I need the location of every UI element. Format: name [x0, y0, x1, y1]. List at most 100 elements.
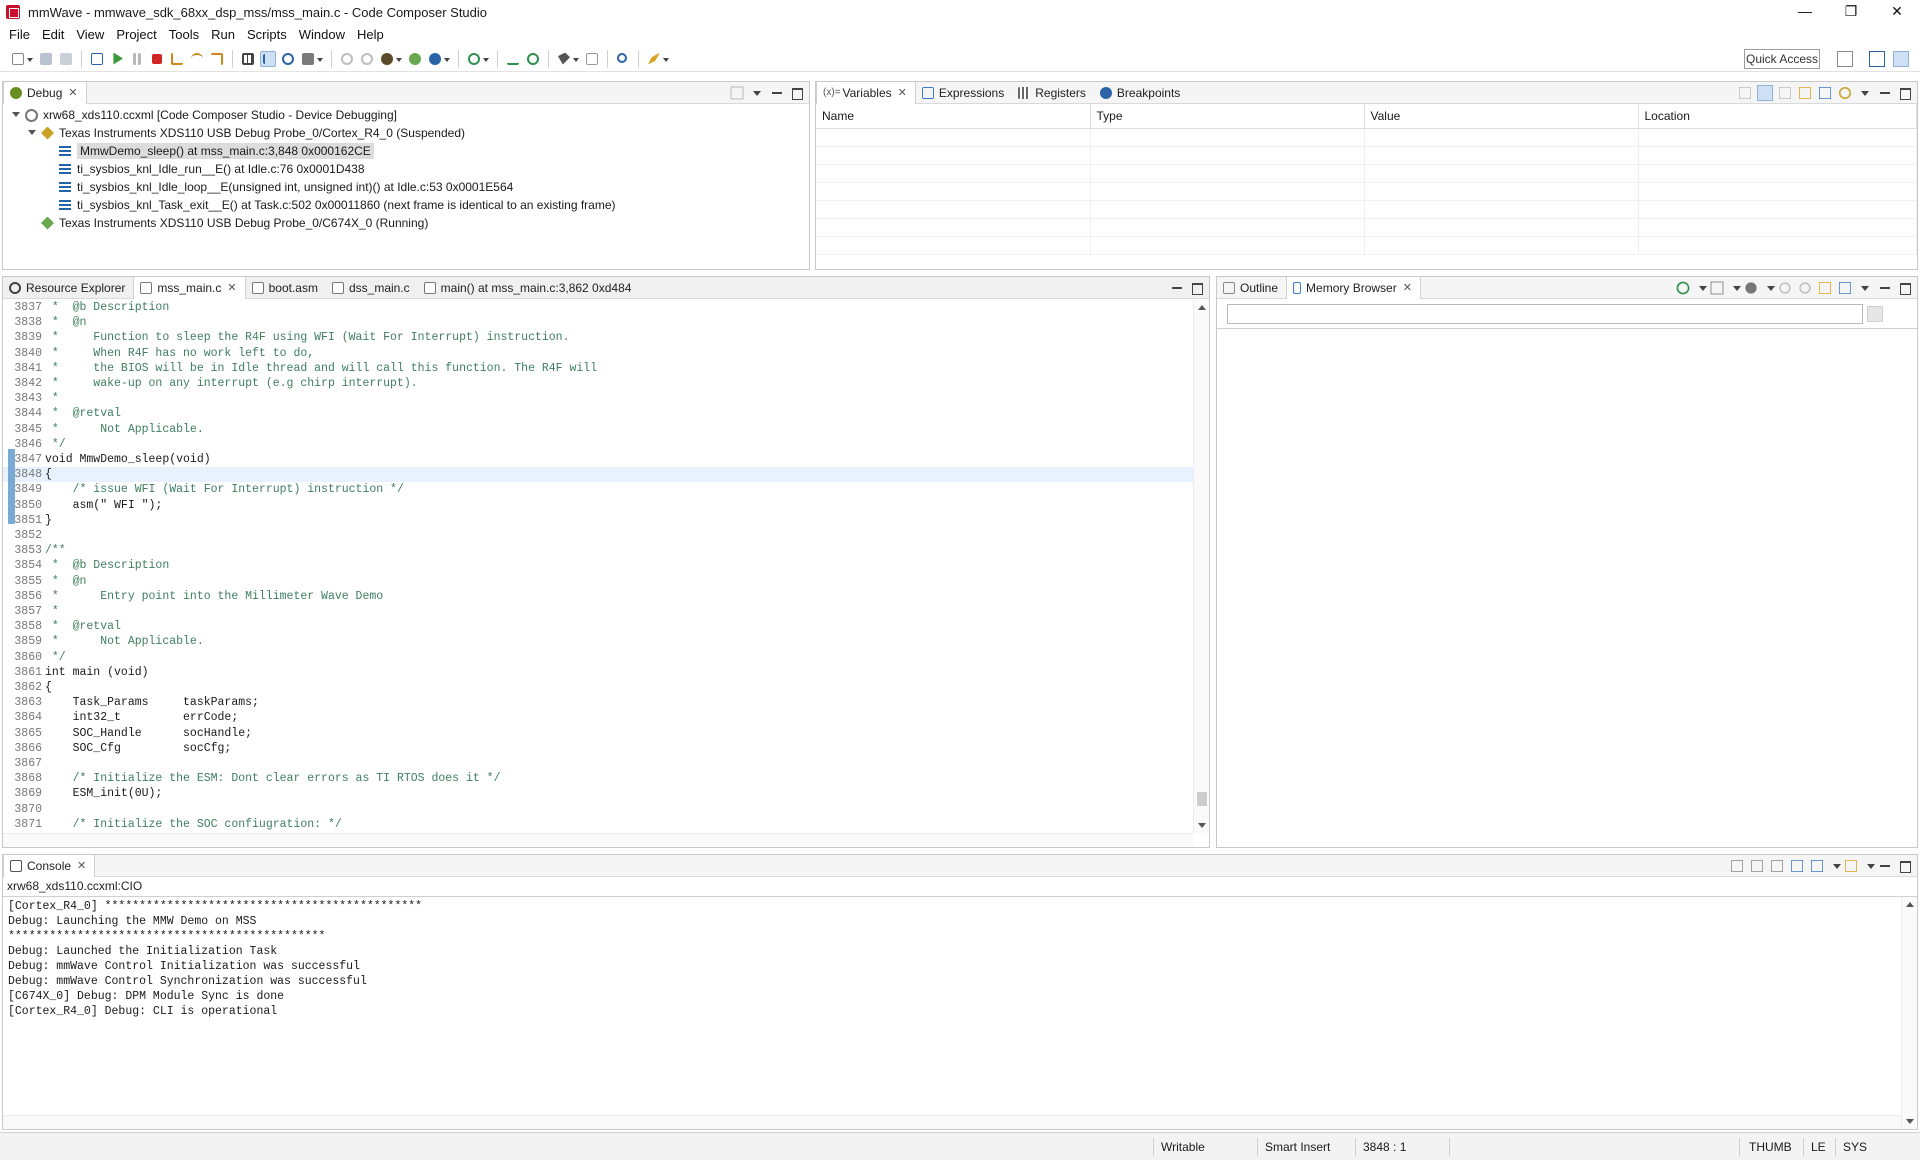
code-line[interactable]: 3859 * Not Applicable.: [3, 634, 1193, 649]
code-line[interactable]: 3868 /* Initialize the ESM: Dont clear e…: [3, 771, 1193, 786]
tree-item[interactable]: Texas Instruments XDS110 USB Debug Probe…: [3, 124, 809, 142]
code-line[interactable]: 3861 int main (void): [3, 665, 1193, 680]
tree-item[interactable]: ti_sysbios_knl_Task_exit__E() at Task.c:…: [3, 196, 809, 214]
terminate-icon[interactable]: [149, 51, 165, 67]
code-line[interactable]: 3860 */: [3, 650, 1193, 665]
gear-icon[interactable]: [466, 51, 482, 67]
maximize-view-icon[interactable]: [1897, 858, 1913, 874]
maximize-view-icon[interactable]: [1897, 85, 1913, 101]
tab-breakpoints[interactable]: Breakpoints: [1094, 82, 1188, 104]
code-line[interactable]: 3838 * @n: [3, 315, 1193, 330]
code-line[interactable]: 3841 * the BIOS will be in Idle thread a…: [3, 361, 1193, 376]
debug-view-icon[interactable]: [89, 51, 105, 67]
build-dropdown-icon[interactable]: [396, 51, 403, 67]
new-dropdown-icon[interactable]: [27, 51, 34, 67]
ccs-debug-perspective-icon[interactable]: [1893, 51, 1909, 67]
step-return-icon[interactable]: [209, 51, 225, 67]
close-icon[interactable]: ✕: [1403, 281, 1412, 294]
code-line[interactable]: 3863 Task_Params taskParams;: [3, 695, 1193, 710]
hammer-dropdown-icon[interactable]: [573, 51, 580, 67]
chevron-down-icon[interactable]: [11, 110, 21, 120]
sync-icon[interactable]: [1799, 282, 1811, 294]
tab-console[interactable]: Console ✕: [3, 854, 96, 877]
column-header-location[interactable]: Location: [1638, 104, 1917, 129]
console-vertical-scrollbar[interactable]: [1901, 897, 1917, 1129]
tree-item[interactable]: ti_sysbios_knl_Idle_run__E() at Idle.c:7…: [3, 160, 809, 178]
new-icon[interactable]: [10, 51, 26, 67]
column-header-name[interactable]: Name: [816, 104, 1091, 129]
chevron-down-icon[interactable]: [27, 128, 37, 138]
restore-button[interactable]: ❐: [1828, 0, 1874, 22]
code-line[interactable]: 3857 *: [3, 604, 1193, 619]
tree-item[interactable]: MmwDemo_sleep() at mss_main.c:3,848 0x00…: [3, 142, 809, 160]
clear-console-icon[interactable]: [1731, 860, 1743, 872]
refresh-icon[interactable]: [1839, 87, 1851, 99]
open-perspective-icon[interactable]: [1837, 51, 1853, 67]
scroll-lock-icon[interactable]: [1751, 860, 1763, 872]
menu-window[interactable]: Window: [293, 27, 351, 42]
resume-icon[interactable]: [109, 51, 125, 67]
console-horizontal-scrollbar[interactable]: [3, 1115, 1901, 1129]
save-memory-icon[interactable]: [1710, 281, 1724, 295]
code-line[interactable]: 3840 * When R4F has no work left to do,: [3, 346, 1193, 361]
code-line[interactable]: 3854 * @b Description: [3, 558, 1193, 573]
refresh-dropdown-icon[interactable]: [1695, 280, 1707, 296]
tab-memory-browser[interactable]: Memory Browser ✕: [1286, 276, 1421, 299]
import-dropdown-icon[interactable]: [1763, 280, 1775, 296]
minimize-view-icon[interactable]: [769, 85, 785, 101]
minimize-view-icon[interactable]: [1877, 858, 1893, 874]
scroll-down-icon[interactable]: [1198, 823, 1206, 828]
ccs-edit-perspective-icon[interactable]: [1869, 51, 1885, 67]
reset-icon[interactable]: [359, 51, 375, 67]
minimize-view-icon[interactable]: [1169, 280, 1185, 296]
tree-item[interactable]: xrw68_xds110.ccxml [Code Composer Studio…: [3, 106, 809, 124]
tab-resource-explorer[interactable]: Resource Explorer: [3, 277, 133, 299]
restart-icon[interactable]: [339, 51, 355, 67]
code-line[interactable]: 3852: [3, 528, 1193, 543]
memory-address-input[interactable]: [1227, 304, 1863, 324]
minimize-view-icon[interactable]: [1877, 280, 1893, 296]
refresh-memory-icon[interactable]: [1676, 281, 1690, 295]
instruction-step-icon[interactable]: [260, 50, 276, 67]
code-line[interactable]: 3864 int32_t errCode;: [3, 710, 1193, 725]
column-header-type[interactable]: Type: [1090, 104, 1365, 129]
close-icon[interactable]: ✕: [77, 859, 86, 872]
connect-icon[interactable]: [280, 51, 296, 67]
code-line[interactable]: 3865 SOC_Handle socHandle;: [3, 726, 1193, 741]
code-line[interactable]: 3853/**: [3, 543, 1193, 558]
minimize-button[interactable]: —: [1782, 0, 1828, 22]
new-view-icon[interactable]: [1799, 87, 1811, 99]
debug-launch-icon[interactable]: [407, 51, 423, 67]
close-button[interactable]: ✕: [1874, 0, 1920, 22]
tab-dss-main-c[interactable]: dss_main.c: [326, 277, 418, 299]
search-icon[interactable]: [615, 51, 631, 67]
link-icon[interactable]: [1779, 282, 1791, 294]
maximize-view-icon[interactable]: [1189, 280, 1205, 296]
tree-item[interactable]: ti_sysbios_knl_Idle_loop__E(unsigned int…: [3, 178, 809, 196]
load-program-icon[interactable]: [300, 51, 316, 67]
code-line[interactable]: 3871 /* Initialize the SOC confiugration…: [3, 817, 1193, 832]
maximize-view-icon[interactable]: [1897, 280, 1913, 296]
suspend-icon[interactable]: [129, 51, 145, 67]
tab-mss-main-c[interactable]: mss_main.c ✕: [133, 276, 246, 299]
code-line[interactable]: 3855 * @n: [3, 574, 1193, 589]
go-button[interactable]: [1867, 306, 1883, 322]
save-dropdown-icon[interactable]: [1729, 280, 1741, 296]
menu-edit[interactable]: Edit: [36, 27, 70, 42]
menu-file[interactable]: File: [3, 27, 36, 42]
code-line[interactable]: 3870: [3, 802, 1193, 817]
code-line[interactable]: 3851}: [3, 513, 1193, 528]
step-into-icon[interactable]: [169, 51, 185, 67]
quick-access-field[interactable]: Quick Access: [1744, 49, 1820, 69]
tab-variables[interactable]: (x)= Variables ✕: [816, 81, 916, 104]
flash-icon[interactable]: [427, 51, 443, 67]
code-line[interactable]: 3867: [3, 756, 1193, 771]
tab-registers[interactable]: Registers: [1012, 82, 1094, 104]
code-line[interactable]: 3843 *: [3, 391, 1193, 406]
profile-icon[interactable]: [505, 51, 521, 67]
column-header-value[interactable]: Value: [1364, 104, 1639, 129]
view-menu-icon[interactable]: [749, 85, 765, 101]
vertical-scrollbar[interactable]: [1193, 300, 1209, 833]
collapse-all-icon[interactable]: [1739, 87, 1751, 99]
menu-view[interactable]: View: [70, 27, 110, 42]
